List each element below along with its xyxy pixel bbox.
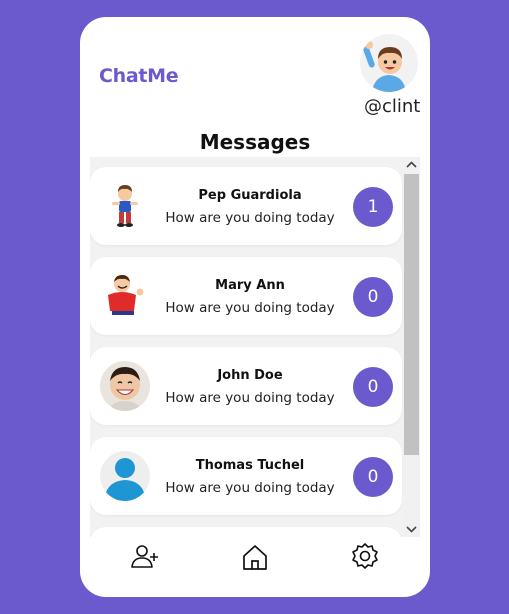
profile-avatar[interactable] (360, 34, 418, 92)
cartoon-user-icon (360, 34, 418, 92)
contact-name: Mary Ann (215, 278, 285, 293)
contact-name: Pep Guardiola (198, 188, 302, 203)
app-screen: ChatMe @clint Messages Pep Guardiola How… (80, 17, 430, 597)
settings-icon (352, 543, 378, 569)
cartoon-boy-avatar-icon (100, 181, 150, 231)
scrollbar-thumb[interactable] (404, 174, 419, 455)
user-handle: @clint (364, 96, 421, 117)
conversation-item[interactable]: Thomas Tuchel How are you doing today 0 (90, 437, 402, 515)
default-user-avatar-icon (100, 451, 150, 501)
unread-count-badge: 0 (353, 457, 393, 497)
contact-avatar (100, 181, 150, 231)
scrollbar[interactable] (403, 157, 420, 537)
message-preview: How are you doing today (165, 390, 335, 406)
add-user-button[interactable] (129, 541, 161, 573)
conversation-list[interactable]: Pep Guardiola How are you doing today 1 … (90, 157, 420, 537)
add-user-icon (131, 545, 158, 568)
message-preview: How are you doing today (165, 300, 335, 316)
conversation-item[interactable]: Pep Guardiola How are you doing today 1 (90, 167, 402, 245)
unread-count-badge: 0 (353, 277, 393, 317)
child-photo-avatar-icon (100, 361, 150, 411)
contact-avatar (100, 451, 150, 501)
unread-count-badge: 0 (353, 367, 393, 407)
cartoon-red-shirt-avatar-icon (100, 271, 150, 321)
message-preview: How are you doing today (165, 480, 335, 496)
contact-avatar (100, 271, 150, 321)
scroll-up-icon[interactable] (403, 157, 420, 173)
contact-name: Thomas Tuchel (195, 458, 305, 473)
conversation-item[interactable]: Mary Ann How are you doing today 0 (90, 257, 402, 335)
home-button[interactable] (239, 541, 271, 573)
conversation-item[interactable]: John Doe How are you doing today 0 (90, 347, 402, 425)
app-brand: ChatMe (99, 65, 179, 87)
contact-name: John Doe (217, 368, 283, 383)
message-preview: How are you doing today (165, 210, 335, 226)
contact-avatar (100, 361, 150, 411)
unread-count-badge: 1 (353, 187, 393, 227)
bottom-nav (80, 537, 430, 577)
home-icon (243, 545, 267, 570)
page-title: Messages (199, 130, 311, 154)
conversation-item[interactable] (90, 527, 402, 537)
scroll-down-icon[interactable] (403, 521, 420, 537)
settings-button[interactable] (349, 541, 381, 573)
